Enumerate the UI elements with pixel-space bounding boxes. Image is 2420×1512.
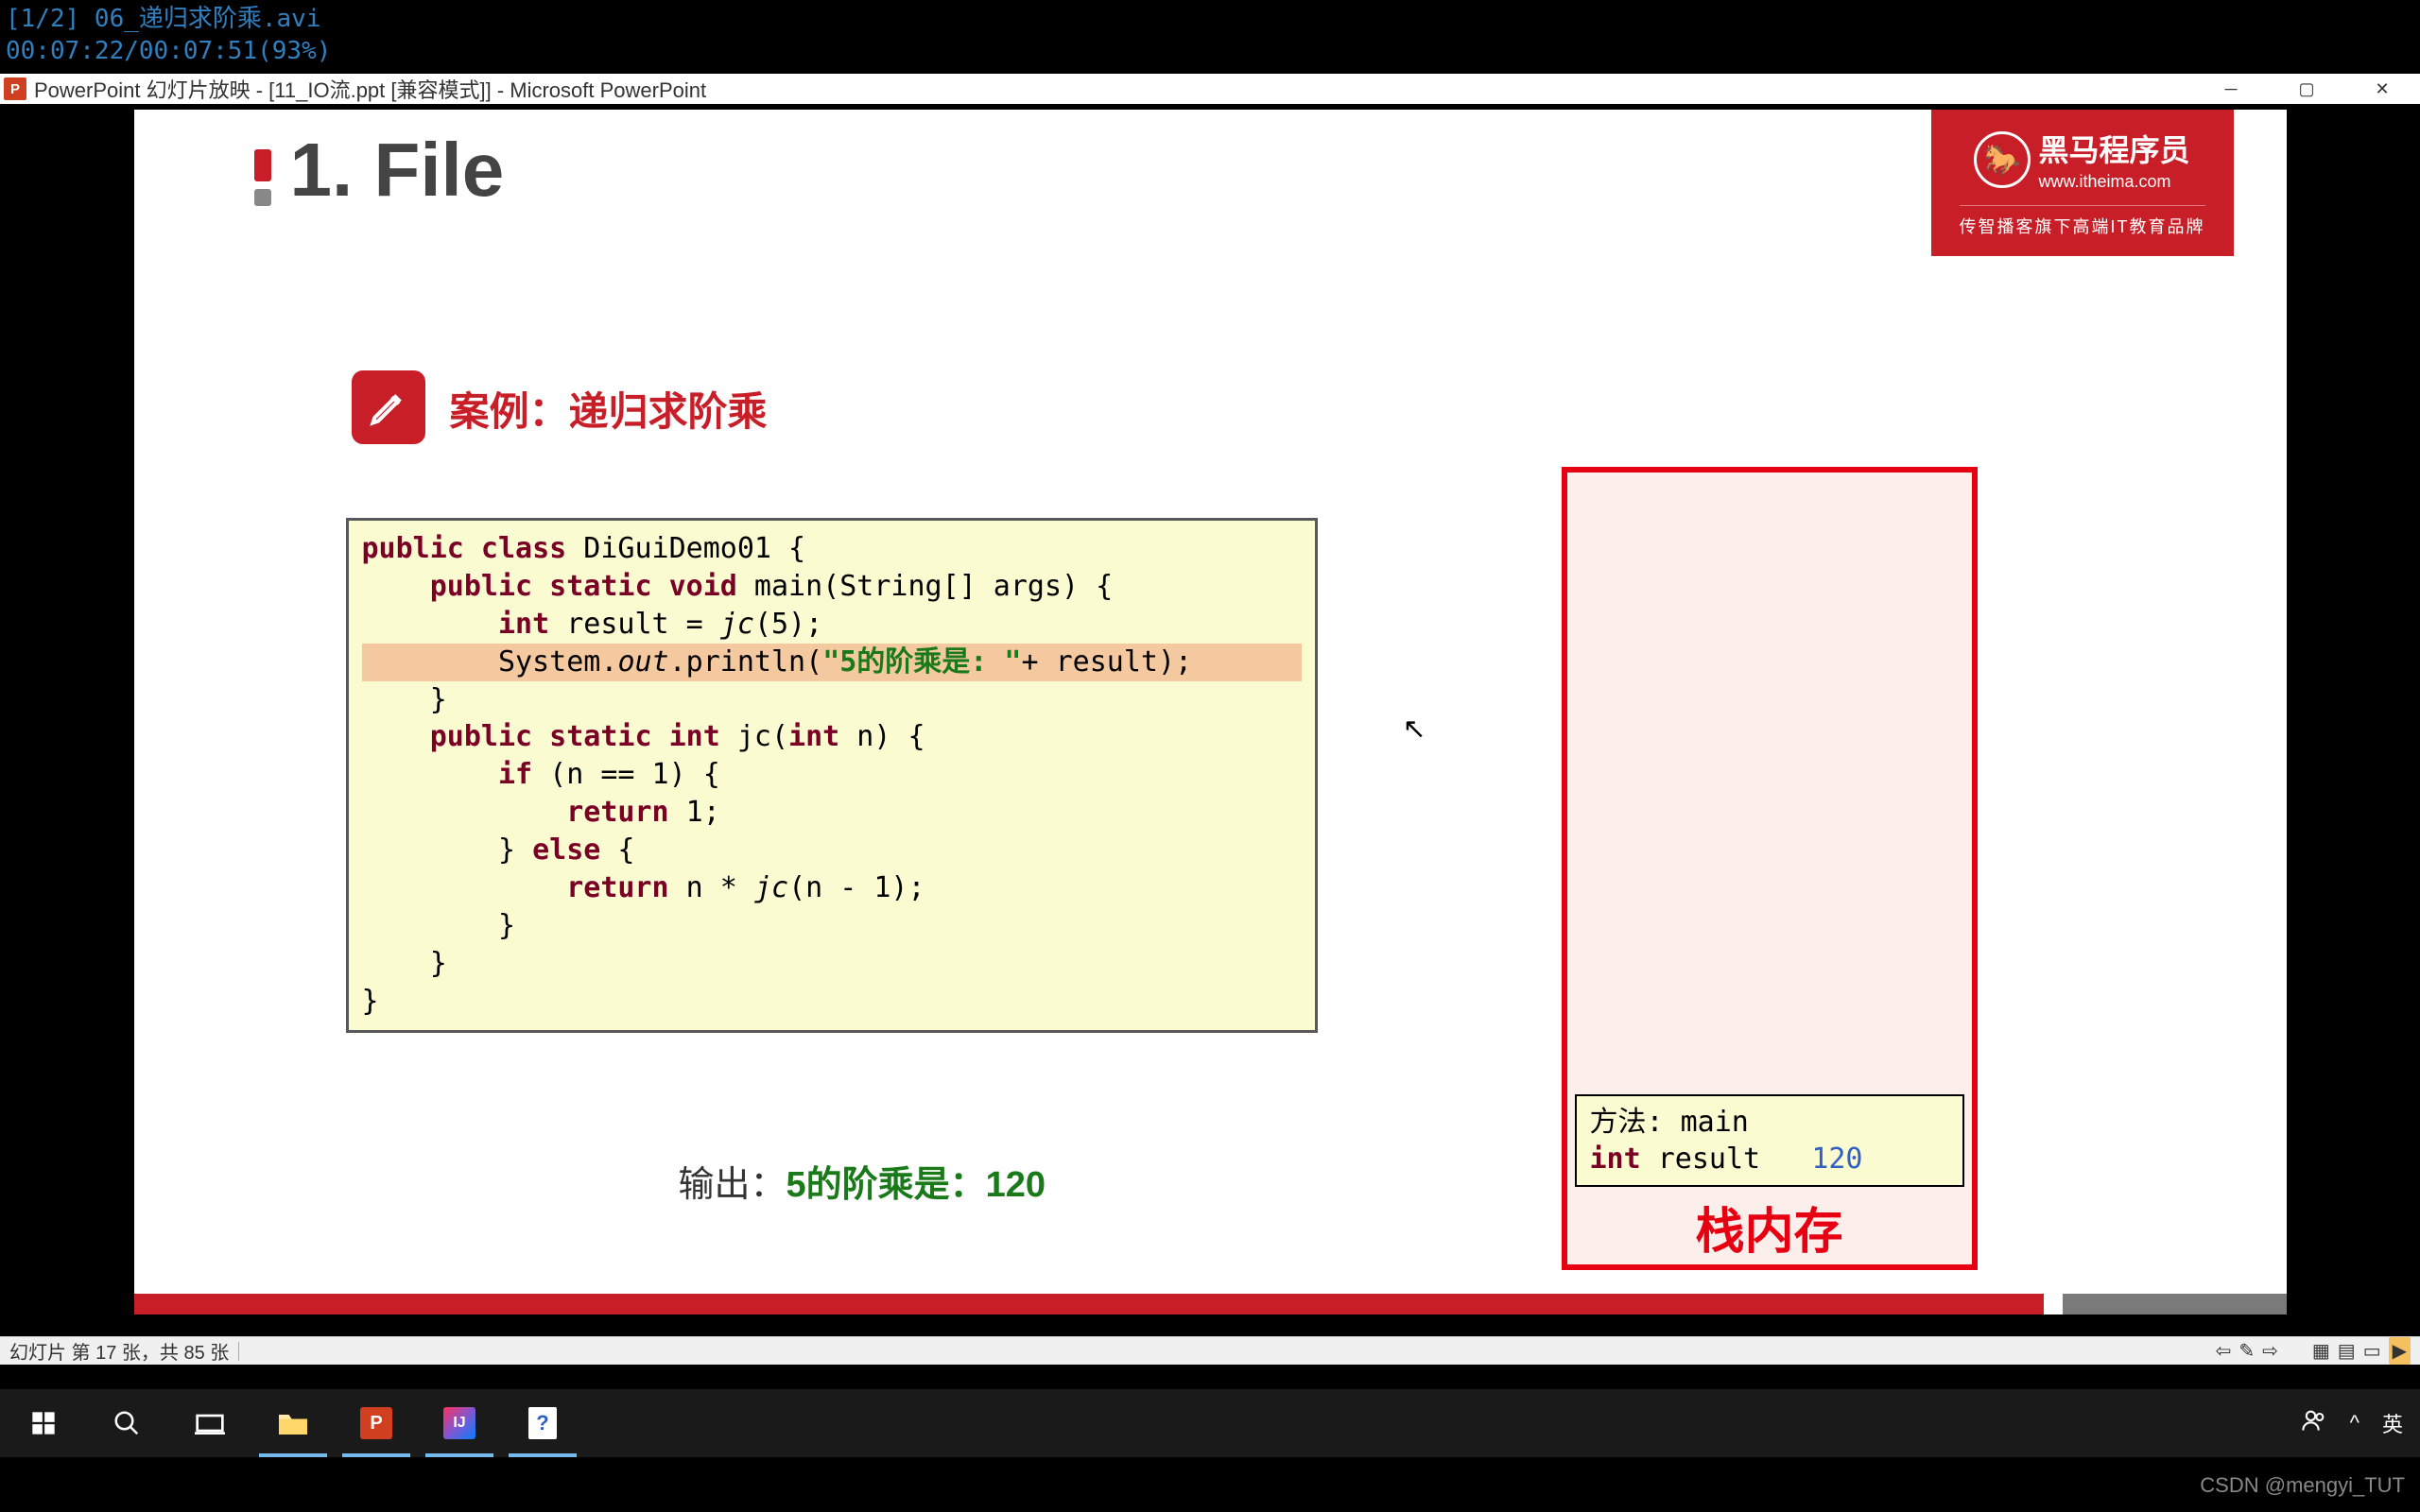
powerpoint-taskbar-icon[interactable]: P [335,1389,418,1457]
logo-url: www.itheima.com [2038,172,2189,192]
status-nav: ⇦ ✎ ⇨ ▦ ▤ ▭ ▶ [2216,1337,2411,1365]
logo-tagline: 传智播客旗下高端IT教育品牌 [1960,205,2205,238]
logo-box: 🐎 黑马程序员 www.itheima.com 传智播客旗下高端IT教育品牌 [1931,110,2234,256]
minimize-button[interactable]: ─ [2193,74,2269,104]
people-icon[interactable] [2301,1407,2327,1439]
system-tray: ^ 英 [2301,1407,2418,1439]
next-slide-button[interactable]: ⇨ [2262,1339,2278,1363]
watermark: CSDN @mengyi_TUT [2200,1459,2405,1512]
slide-counter: 幻灯片 第 17 张，共 85 张 [9,1337,229,1365]
titlebar[interactable]: P PowerPoint 幻灯片放映 - [11_IO流.ppt [兼容模式]]… [0,74,2420,104]
status-bar: 幻灯片 第 17 张，共 85 张 ⇦ ✎ ⇨ ▦ ▤ ▭ ▶ [0,1336,2420,1365]
stack-frame-main: 方法: main int result 120 [1575,1094,1964,1187]
help-app-icon[interactable]: ? [501,1389,584,1457]
task-view-button[interactable] [168,1389,251,1457]
logo-horse-icon: 🐎 [1974,131,2031,188]
ime-language[interactable]: 英 [2382,1408,2403,1438]
view-reading-button[interactable]: ▭ [2363,1339,2381,1363]
maximize-button[interactable]: ▢ [2269,74,2344,104]
window-title: PowerPoint 幻灯片放映 - [11_IO流.ppt [兼容模式]] -… [34,74,706,104]
video-time-line: 00:07:22/00:07:51(93%) [6,36,331,68]
pencil-icon [352,370,425,444]
video-file-line: [1/2] 06_递归求阶乘.avi [6,4,331,36]
slide-area[interactable]: 1. File 🐎 黑马程序员 www.itheima.com 传智播客旗下高端… [0,104,2420,1336]
view-normal-button[interactable]: ▦ [2312,1339,2330,1363]
view-sorter-button[interactable]: ▤ [2338,1339,2356,1363]
slide: 1. File 🐎 黑马程序员 www.itheima.com 传智播客旗下高端… [134,110,2287,1314]
tray-chevron-up-icon[interactable]: ^ [2350,1411,2360,1435]
logo-name: 黑马程序员 [2038,127,2189,170]
view-slideshow-button[interactable]: ▶ [2389,1337,2411,1365]
prev-slide-button[interactable]: ⇦ [2216,1339,2232,1363]
code-box: public class DiGuiDemo01 { public static… [346,518,1318,1033]
stack-memory-box: 方法: main int result 120 栈内存 [1562,467,1978,1270]
slide-title: 1. File [290,127,505,214]
close-button[interactable]: ✕ [2344,74,2420,104]
intellij-taskbar-icon[interactable]: IJ [418,1389,501,1457]
case-title: 案例：递归求阶乘 [450,380,768,438]
search-button[interactable] [85,1389,168,1457]
slide-footer-gray-bar [2063,1294,2287,1314]
powerpoint-window: P PowerPoint 幻灯片放映 - [11_IO流.ppt [兼容模式]]… [0,74,2420,1365]
windows-taskbar[interactable]: P IJ ? ^ 英 [0,1389,2420,1457]
output-value: 5的阶乘是：120 [786,1165,1046,1205]
start-button[interactable] [2,1389,85,1457]
video-overlay: [1/2] 06_递归求阶乘.avi 00:07:22/00:07:51(93%… [0,0,337,72]
title-decoration [254,149,271,206]
file-explorer-icon[interactable] [251,1389,335,1457]
mouse-cursor-icon: ↖ [1403,713,1426,746]
window-controls: ─ ▢ ✕ [2193,74,2420,104]
powerpoint-icon: P [4,77,26,100]
output-line: 输出：5的阶乘是：120 [679,1155,1046,1207]
output-label: 输出： [679,1165,786,1205]
slide-footer-red-bar [134,1294,2044,1314]
pen-tool-button[interactable]: ✎ [2238,1339,2255,1363]
stack-label: 栈内存 [1567,1192,1972,1263]
